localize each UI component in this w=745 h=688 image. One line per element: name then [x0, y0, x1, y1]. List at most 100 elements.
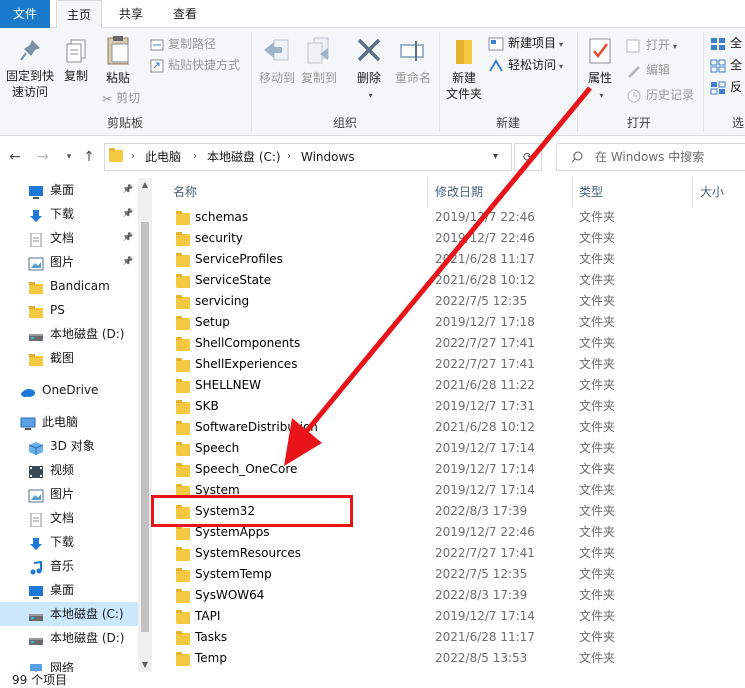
nav-item[interactable]: 下载 — [0, 530, 138, 554]
nav-item[interactable]: 本地磁盘 (C:) — [0, 602, 138, 626]
delete-button[interactable]: 删除 ▾ — [350, 36, 388, 104]
nav-item[interactable]: Bandicam — [0, 274, 138, 298]
new-folder-button[interactable]: 新建 文件夹 — [444, 36, 484, 102]
move-to-button[interactable]: 移动到 — [256, 36, 298, 86]
file-row[interactable]: Tasks 2021/6/28 11:17 文件夹 — [152, 627, 745, 648]
nav-item[interactable]: 3D 对象 — [0, 434, 138, 458]
file-row[interactable]: Setup 2019/12/7 17:18 文件夹 — [152, 312, 745, 333]
column-size[interactable]: 大小 — [700, 178, 724, 206]
file-row[interactable]: ServiceProfiles 2021/6/28 11:17 文件夹 — [152, 249, 745, 270]
select-none-button[interactable]: 全 — [710, 55, 742, 75]
rename-button[interactable]: 重命名 — [392, 36, 434, 86]
nav-item[interactable]: 图片 — [0, 482, 138, 506]
refresh-icon[interactable]: ⟳ — [514, 143, 542, 171]
column-divider[interactable] — [572, 178, 573, 206]
nav-item[interactable]: OneDrive — [0, 378, 138, 402]
properties-dropdown-icon[interactable]: ▾ — [599, 91, 603, 100]
column-type[interactable]: 类型 — [579, 178, 603, 206]
nav-scrollbar-thumb[interactable] — [141, 222, 149, 632]
file-row[interactable]: SysWOW64 2022/8/3 17:39 文件夹 — [152, 585, 745, 606]
nav-item-label: 下载 — [50, 535, 75, 549]
breadcrumb-windows[interactable]: Windows — [301, 144, 355, 170]
edit-button[interactable]: 编辑 — [626, 60, 670, 80]
tab-share[interactable]: 共享 — [108, 0, 154, 28]
file-row[interactable]: schemas 2019/12/7 22:46 文件夹 — [152, 207, 745, 228]
pin-to-quick-access-button[interactable]: 固定到快 速访问 — [4, 38, 56, 100]
scroll-down-icon[interactable]: ▼ — [138, 658, 152, 672]
column-divider[interactable] — [427, 178, 428, 206]
file-type: 文件夹 — [579, 210, 616, 224]
file-type: 文件夹 — [579, 399, 616, 413]
file-row[interactable]: SKB 2019/12/7 17:31 文件夹 — [152, 396, 745, 417]
easy-access-button[interactable]: 轻松访问 ▾ — [488, 55, 563, 75]
copy-button[interactable]: 复制 — [60, 38, 92, 84]
open-button[interactable]: 打开 ▾ — [626, 35, 677, 55]
pin-icon — [20, 40, 40, 61]
nav-item[interactable]: 桌面 — [0, 578, 138, 602]
cut-button[interactable]: ✂ 剪切 — [102, 88, 140, 108]
nav-item[interactable]: 桌面 📌 — [0, 178, 138, 202]
easy-access-dropdown-icon[interactable]: ▾ — [559, 62, 563, 71]
nav-item[interactable]: 本地磁盘 (D:) — [0, 322, 138, 346]
file-row[interactable]: SoftwareDistribution 2021/6/28 10:12 文件夹 — [152, 417, 745, 438]
scroll-up-icon[interactable]: ▲ — [138, 178, 152, 192]
select-all-icon — [711, 37, 725, 50]
up-arrow-icon[interactable]: ↑ — [80, 147, 98, 167]
paste-shortcut-button[interactable]: 粘贴快捷方式 — [150, 55, 240, 75]
file-row[interactable]: Speech 2019/12/7 17:14 文件夹 — [152, 438, 745, 459]
breadcrumb-chevron-icon[interactable]: › — [287, 144, 291, 170]
file-name: SystemResources — [195, 546, 302, 560]
file-row[interactable]: ShellExperiences 2022/7/27 17:41 文件夹 — [152, 354, 745, 375]
nav-item[interactable]: 文档 — [0, 506, 138, 530]
nav-item[interactable]: 图片 📌 — [0, 250, 138, 274]
copy-to-button[interactable]: 复制到 — [298, 36, 340, 86]
breadcrumb-chevron-icon[interactable]: › — [131, 144, 135, 170]
nav-item[interactable]: 此电脑 — [0, 410, 138, 434]
delete-dropdown-icon[interactable]: ▾ — [368, 91, 372, 100]
column-name[interactable]: 名称 — [173, 178, 197, 206]
copy-path-button[interactable]: 复制路径 — [150, 34, 216, 54]
search-input[interactable]: 在 Windows 中搜索 — [556, 143, 745, 171]
nav-item[interactable]: 文档 📌 — [0, 226, 138, 250]
file-row[interactable]: SystemTemp 2022/7/5 12:35 文件夹 — [152, 564, 745, 585]
nav-item[interactable]: 截图 — [0, 346, 138, 370]
file-row[interactable]: ShellComponents 2022/7/27 17:41 文件夹 — [152, 333, 745, 354]
tab-view[interactable]: 查看 — [160, 0, 210, 28]
nav-item[interactable]: 网络 — [0, 656, 138, 672]
open-group-label: 打开 — [626, 116, 651, 130]
breadcrumb-this-pc[interactable]: 此电脑 — [145, 144, 181, 170]
select-all-button[interactable]: 全 — [710, 33, 742, 53]
nav-item[interactable]: 视频 — [0, 458, 138, 482]
file-row[interactable]: security 2019/12/7 22:46 文件夹 — [152, 228, 745, 249]
invert-selection-button[interactable]: 反 — [710, 77, 742, 97]
column-date[interactable]: 修改日期 — [435, 178, 483, 206]
forward-arrow-icon[interactable]: → — [34, 147, 52, 167]
file-row[interactable]: Speech_OneCore 2019/12/7 17:14 文件夹 — [152, 459, 745, 480]
breadcrumb-drive-c[interactable]: 本地磁盘 (C:) — [207, 144, 281, 170]
nav-item[interactable]: 音乐 — [0, 554, 138, 578]
address-bar[interactable]: › 此电脑 › 本地磁盘 (C:) › Windows ▾ — [104, 143, 512, 171]
recent-locations-chevron-icon[interactable]: ▾ — [60, 147, 78, 167]
new-item-dropdown-icon[interactable]: ▾ — [559, 40, 563, 49]
tab-home[interactable]: 主页 — [56, 0, 102, 29]
file-row[interactable]: TAPI 2019/12/7 17:14 文件夹 — [152, 606, 745, 627]
open-dropdown-icon[interactable]: ▾ — [673, 42, 677, 51]
address-dropdown-icon[interactable]: ▾ — [493, 144, 498, 170]
tab-file[interactable]: 文件 — [0, 0, 50, 28]
new-item-button[interactable]: 新建项目 ▾ — [488, 33, 563, 53]
breadcrumb-chevron-icon[interactable]: › — [193, 144, 197, 170]
column-divider[interactable] — [692, 178, 693, 206]
file-row[interactable]: SystemResources 2022/7/27 17:41 文件夹 — [152, 543, 745, 564]
history-button[interactable]: 历史记录 — [626, 85, 694, 105]
properties-button[interactable]: 属性 ▾ — [582, 36, 618, 104]
nav-item[interactable]: 本地磁盘 (D:) — [0, 626, 138, 650]
file-row[interactable]: servicing 2022/7/5 12:35 文件夹 — [152, 291, 745, 312]
file-row[interactable]: Temp 2022/8/5 13:53 文件夹 — [152, 648, 745, 669]
paste-button[interactable]: 粘贴 — [100, 34, 136, 86]
nav-item[interactable]: PS — [0, 298, 138, 322]
file-row[interactable]: ServiceState 2021/6/28 10:12 文件夹 — [152, 270, 745, 291]
back-arrow-icon[interactable]: ← — [6, 147, 24, 167]
nav-item-label: 文档 — [50, 231, 75, 245]
file-row[interactable]: SHELLNEW 2021/6/28 11:22 文件夹 — [152, 375, 745, 396]
nav-item[interactable]: 下载 📌 — [0, 202, 138, 226]
